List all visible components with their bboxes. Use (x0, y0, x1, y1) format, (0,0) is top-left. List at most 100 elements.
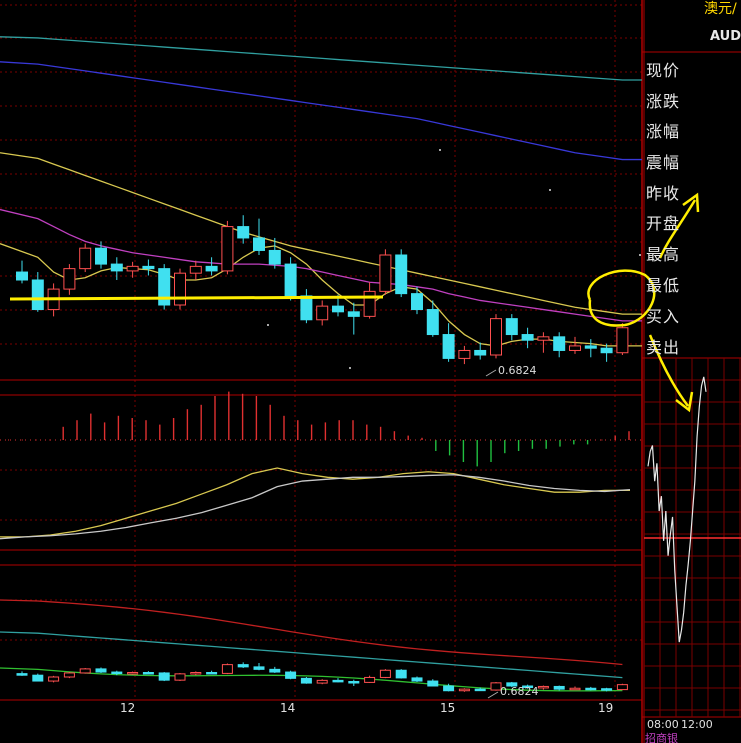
lower-candle-body (332, 679, 344, 683)
lower-candle-body (285, 671, 297, 679)
lower-candle-body (63, 672, 75, 678)
scatter-dot (549, 189, 551, 191)
intraday-footer: 招商银 (645, 731, 678, 743)
lower-candle-body (269, 668, 281, 673)
quote-label-low: 最低 (646, 276, 681, 295)
lower-candle-body (253, 666, 265, 670)
candle-body (174, 272, 186, 306)
quote-label-ask: 卖出 (646, 338, 681, 357)
lower-candle-body (95, 668, 107, 673)
x-tick-label: 12 (120, 701, 135, 715)
lower-candle-body (158, 672, 170, 681)
forex-chart[interactable]: 12 14 15 19 0.6824 0.6824 08:00 12:00 招商… (0, 0, 741, 743)
main-low-label: 0.6824 (498, 364, 537, 377)
instrument-symbol: AUDU (710, 29, 741, 44)
lower-candle-body (111, 671, 123, 675)
candle-body (300, 295, 313, 321)
candle-body (426, 309, 439, 336)
candle-body (142, 265, 155, 270)
candle-body (95, 247, 107, 265)
quote-label-change: 涨跌 (646, 92, 681, 111)
candle-body (189, 265, 202, 274)
quote-label-change-pct: 涨幅 (646, 122, 681, 141)
quote-label-open: 开盘 (646, 214, 681, 233)
candle-body (458, 349, 471, 359)
candle-body (616, 327, 629, 354)
quote-label-amplitude: 震幅 (646, 153, 681, 172)
candle-body (553, 336, 566, 351)
instrument-name: 澳元/ (704, 1, 737, 17)
lower-candle-body (395, 669, 407, 679)
quote-label-bid: 买入 (646, 307, 681, 326)
candle-body (600, 347, 613, 354)
lower-candle-body (174, 673, 186, 681)
lower-candle-body (16, 673, 28, 676)
candle-body (79, 247, 92, 270)
lower-candle-body (411, 677, 423, 682)
lower-candle-body (585, 687, 597, 691)
candle-body (316, 305, 329, 321)
candle-body (31, 279, 44, 311)
candle-body (584, 345, 597, 349)
x-tick-label: 14 (280, 701, 295, 715)
candle-body (363, 290, 376, 317)
candle-body (537, 336, 550, 341)
candle-body (16, 271, 28, 281)
intraday-tick-label: 12:00 (681, 718, 713, 731)
lower-candle-body (300, 677, 312, 684)
candle-body (63, 268, 76, 290)
lower-candle-body (79, 668, 91, 674)
candle-body (474, 349, 487, 356)
candle-body (347, 311, 360, 317)
intraday-tick-label: 08:00 (647, 718, 679, 731)
lower-candle-body (32, 674, 44, 682)
lower-candle-body (537, 685, 549, 689)
candle-body (221, 226, 234, 272)
scatter-dot (639, 254, 641, 256)
lower-candle-body (190, 672, 202, 675)
candle-body (395, 254, 408, 295)
candle-body (490, 318, 502, 356)
candle-body (569, 345, 581, 351)
lower-low-label: 0.6824 (500, 685, 539, 698)
lower-candle-body (616, 684, 628, 691)
x-tick-label: 19 (598, 701, 613, 715)
lower-candle-body (379, 669, 391, 678)
scatter-dot (439, 149, 441, 151)
lower-candle-body (127, 672, 139, 675)
lower-candle-body (601, 688, 613, 691)
lower-candle-body (48, 676, 60, 682)
lower-candle-body (443, 685, 455, 692)
candle-body (505, 318, 518, 336)
candle-body (126, 265, 139, 272)
lower-candle-body (206, 672, 218, 675)
quote-label-price: 现价 (646, 61, 681, 80)
lower-candle-body (348, 681, 360, 684)
lower-candle-body (316, 679, 328, 684)
lower-candle-body (553, 685, 565, 690)
candle-body (284, 263, 297, 297)
candle-body (237, 226, 250, 239)
candle-body (253, 237, 265, 251)
quote-label-high: 最高 (646, 245, 681, 264)
candle-body (411, 293, 423, 311)
x-tick-label: 15 (440, 701, 455, 715)
lower-candle-body (458, 688, 470, 692)
candle-body (110, 263, 123, 272)
candle-body (205, 265, 218, 272)
lower-candle-body (569, 687, 581, 691)
candle-body (268, 249, 281, 265)
lower-candle-body (142, 672, 154, 675)
candle-body (379, 254, 392, 292)
scatter-dot (349, 367, 351, 369)
lower-candle-body (221, 664, 233, 674)
lower-candle-body (364, 676, 376, 683)
lower-candle-body (427, 680, 439, 687)
quote-label-prev-close: 昨收 (646, 184, 681, 203)
candle-body (442, 334, 455, 359)
candle-body (332, 305, 344, 313)
lower-candle-body (237, 664, 249, 668)
lower-candle-body (474, 688, 486, 692)
scatter-dot (267, 324, 269, 326)
support-line (9, 295, 384, 301)
